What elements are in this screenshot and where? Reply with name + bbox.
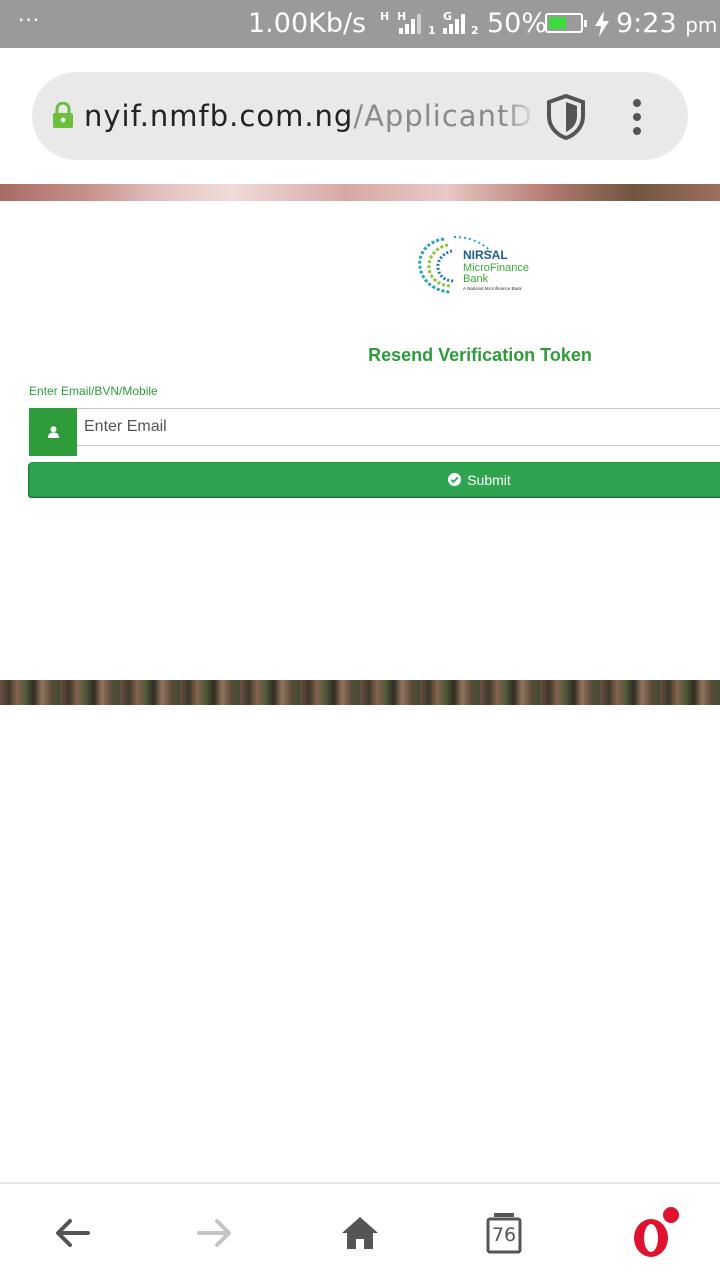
check-circle-icon xyxy=(448,473,462,486)
logo-line-nirsal: NIRSAL xyxy=(463,248,508,262)
submit-label: Submit xyxy=(467,471,511,488)
clock-time: 9:23 xyxy=(616,8,677,39)
back-button[interactable] xyxy=(27,1184,117,1280)
tabs-button[interactable]: 76 xyxy=(459,1184,549,1280)
menu-dot xyxy=(633,99,641,107)
home-button[interactable] xyxy=(315,1184,405,1280)
url-text[interactable]: nyif.nmfb.com.ng/ApplicantDas xyxy=(84,99,534,135)
tabs-count: 76 xyxy=(491,1224,517,1246)
lock-icon xyxy=(53,102,73,128)
email-bvn-mobile-input-group xyxy=(29,408,720,456)
menu-dot xyxy=(633,113,641,121)
user-icon-addon xyxy=(29,408,77,456)
sim1-index: 1 xyxy=(428,24,436,37)
user-icon xyxy=(47,426,59,438)
network-speed: 1.00Kb/s xyxy=(248,8,367,39)
battery-tip xyxy=(584,20,587,27)
url-host: nyif.nmfb.com.ng xyxy=(84,99,354,133)
address-bar[interactable]: nyif.nmfb.com.ng/ApplicantDas xyxy=(32,72,688,160)
browser-toolbar: nyif.nmfb.com.ng/ApplicantDas xyxy=(0,48,720,184)
battery-icon xyxy=(545,13,587,33)
sim2-network-type: H xyxy=(397,10,407,23)
sim2-signal-icon xyxy=(443,12,465,34)
forward-button[interactable] xyxy=(170,1184,260,1280)
tabs-icon: 76 xyxy=(486,1212,522,1254)
opera-menu-button[interactable] xyxy=(610,1184,700,1280)
notification-dots: ··· xyxy=(18,8,41,32)
nirsal-microfinance-logo: NIRSAL MicroFinance Bank A National Micr… xyxy=(418,236,529,294)
browser-bottom-nav: 76 xyxy=(0,1182,720,1280)
footer-floral-banner xyxy=(0,680,720,705)
url-fade xyxy=(502,92,538,140)
resend-token-page: NIRSAL MicroFinance Bank A National Micr… xyxy=(0,201,720,680)
battery-percent: 50% xyxy=(487,8,548,39)
header-floral-banner xyxy=(0,184,720,201)
clock-ampm: pm xyxy=(685,13,718,37)
logo-tagline: A National Microfinance Bank xyxy=(463,286,523,291)
opera-logo-icon xyxy=(634,1207,679,1257)
form-title: Resend Verification Token xyxy=(368,345,592,365)
clock: 9:23 pm xyxy=(616,8,717,39)
ad-blocker-shield-icon[interactable] xyxy=(546,94,586,140)
charging-bolt-icon xyxy=(595,11,609,37)
email-bvn-mobile-label: Enter Email/BVN/Mobile xyxy=(29,384,158,398)
submit-button[interactable]: Submit xyxy=(29,462,720,497)
browser-menu-icon[interactable] xyxy=(624,99,650,135)
status-bar: ··· 1.00Kb/s H H 1 G 2 50% 9:23 pm xyxy=(0,0,720,48)
menu-dot xyxy=(633,127,641,135)
battery-fill xyxy=(549,17,566,29)
email-bvn-mobile-input[interactable] xyxy=(30,409,720,445)
back-arrow-icon xyxy=(56,1219,90,1247)
sim1-network-type: H xyxy=(380,10,390,23)
sim2-index: 2 xyxy=(471,24,479,37)
logo-line-bank: Bank xyxy=(463,273,489,285)
forward-arrow-icon xyxy=(197,1219,231,1247)
home-icon xyxy=(342,1217,378,1249)
